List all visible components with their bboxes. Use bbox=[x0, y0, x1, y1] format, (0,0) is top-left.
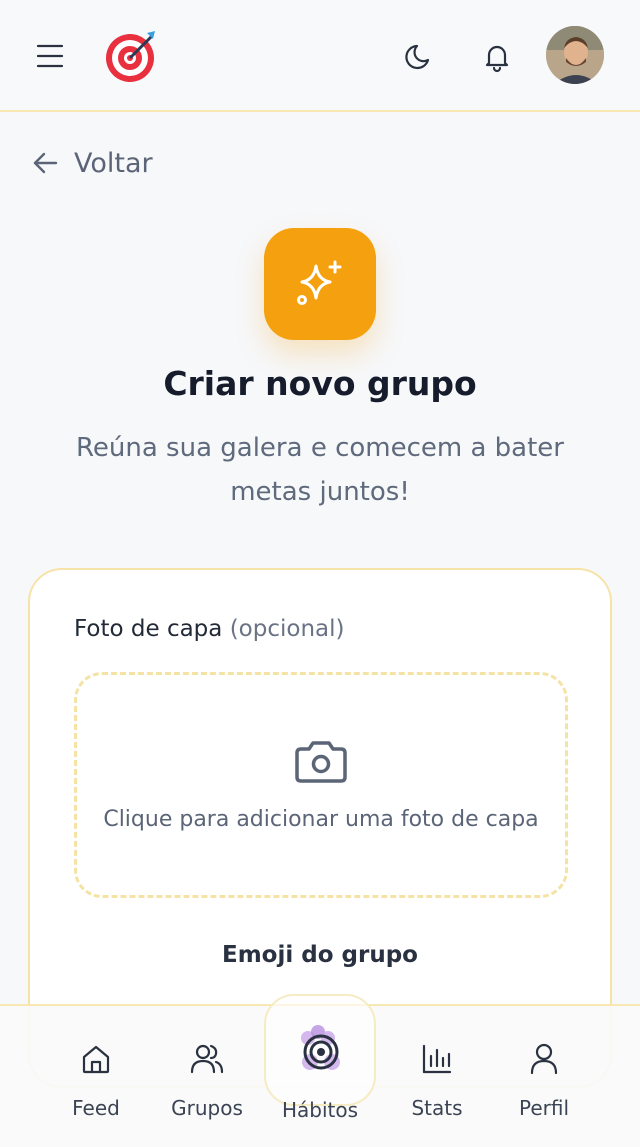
target-icon bbox=[301, 1025, 340, 1070]
page-title: Criar novo grupo bbox=[163, 364, 477, 403]
nav-label-feed: Feed bbox=[72, 1096, 120, 1120]
page-subtitle: Reúna sua galera e comecem a bater metas… bbox=[76, 433, 564, 507]
nav-label-grupos: Grupos bbox=[171, 1096, 243, 1120]
nav-item-perfil[interactable]: Perfil bbox=[489, 1042, 599, 1132]
nav-label-habitos: Hábitos bbox=[281, 1098, 359, 1122]
nav-item-grupos[interactable]: Grupos bbox=[152, 1042, 262, 1132]
menu-button[interactable] bbox=[24, 30, 76, 82]
sparkles-icon bbox=[297, 260, 342, 305]
nav-item-feed[interactable]: Feed bbox=[41, 1042, 151, 1132]
back-label: Voltar bbox=[74, 147, 153, 179]
optional-tag: (opcional) bbox=[229, 616, 345, 642]
top-header bbox=[0, 0, 640, 112]
bell-icon bbox=[485, 45, 509, 73]
user-avatar[interactable] bbox=[546, 26, 604, 84]
notifications-button[interactable] bbox=[470, 30, 524, 84]
cover-photo-upload[interactable]: Clique para adicionar uma foto de capa bbox=[74, 672, 568, 898]
bottom-navigation: Feed Grupos Hábitos Stats Perfil bbox=[0, 994, 640, 1147]
home-icon bbox=[82, 1045, 110, 1074]
target-dart-icon bbox=[106, 31, 155, 82]
bar-chart-icon bbox=[422, 1044, 452, 1074]
back-link[interactable]: Voltar bbox=[30, 140, 153, 186]
arrow-left-icon bbox=[33, 152, 58, 174]
hamburger-menu-icon bbox=[36, 44, 64, 68]
cover-photo-label: Foto de capa (opcional) bbox=[74, 616, 345, 642]
nav-item-stats[interactable]: Stats bbox=[382, 1042, 492, 1132]
group-emoji-label: Emoji do grupo bbox=[222, 942, 418, 968]
moon-icon bbox=[405, 44, 430, 70]
nav-label-perfil: Perfil bbox=[518, 1096, 570, 1120]
user-icon bbox=[530, 1043, 558, 1075]
users-icon bbox=[190, 1044, 224, 1074]
nav-item-habitos[interactable] bbox=[264, 994, 376, 1106]
upload-hint: Clique para adicionar uma foto de capa bbox=[103, 806, 539, 832]
cover-photo-label-text: Foto de capa bbox=[74, 616, 223, 642]
theme-toggle-button[interactable] bbox=[392, 30, 446, 84]
nav-label-stats: Stats bbox=[411, 1096, 463, 1120]
avatar-photo bbox=[546, 26, 604, 84]
hero-badge bbox=[264, 228, 376, 340]
app-logo[interactable] bbox=[100, 24, 164, 88]
camera-icon bbox=[295, 740, 347, 783]
